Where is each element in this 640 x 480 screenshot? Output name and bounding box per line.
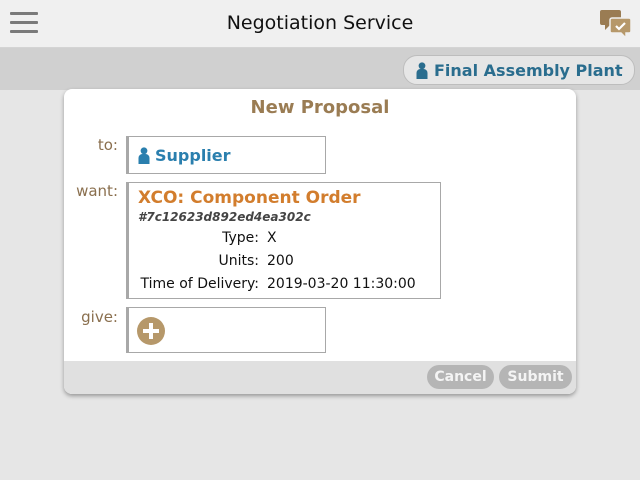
new-proposal-dialog: New Proposal to: Supplier want: XCO: Com…: [64, 89, 576, 394]
field-key: Units:: [218, 253, 259, 269]
want-item-id: #7c12623d892ed4ea302c: [138, 210, 311, 224]
submit-button[interactable]: Submit: [499, 365, 572, 389]
app-title: Negotiation Service: [226, 12, 414, 34]
field-value: 200: [267, 253, 294, 269]
plus-circle-icon[interactable]: [137, 317, 165, 345]
want-item-card[interactable]: XCO: Component Order #7c12623d892ed4ea30…: [126, 182, 441, 299]
recipient-name: Supplier: [155, 145, 231, 165]
plant-tab-label: Final Assembly Plant: [434, 60, 623, 80]
person-icon: [416, 61, 428, 79]
field-row-type: Type: X: [138, 230, 440, 247]
field-value: 2019-03-20 11:30:00: [267, 276, 416, 292]
recipient-field[interactable]: Supplier: [126, 136, 326, 174]
field-key: Time of Delivery:: [140, 276, 259, 292]
want-label: want:: [76, 182, 118, 200]
give-field: [126, 307, 326, 353]
give-label: give:: [81, 308, 118, 326]
want-item-title: XCO: Component Order: [138, 188, 361, 208]
top-bar: Negotiation Service: [0, 0, 640, 48]
field-value: X: [267, 230, 277, 246]
field-row-units: Units: 200: [138, 253, 440, 270]
dialog-title: New Proposal: [250, 97, 390, 118]
final-assembly-plant-tab[interactable]: Final Assembly Plant: [403, 55, 635, 85]
cancel-button[interactable]: Cancel: [427, 365, 494, 389]
to-label: to:: [97, 136, 118, 154]
dialog-footer: Cancel Submit: [64, 361, 576, 394]
field-key: Type:: [222, 230, 259, 246]
chat-bubbles-icon[interactable]: [600, 7, 632, 41]
person-icon: [138, 146, 150, 164]
field-row-time-of-delivery: Time of Delivery: 2019-03-20 11:30:00: [138, 276, 440, 293]
